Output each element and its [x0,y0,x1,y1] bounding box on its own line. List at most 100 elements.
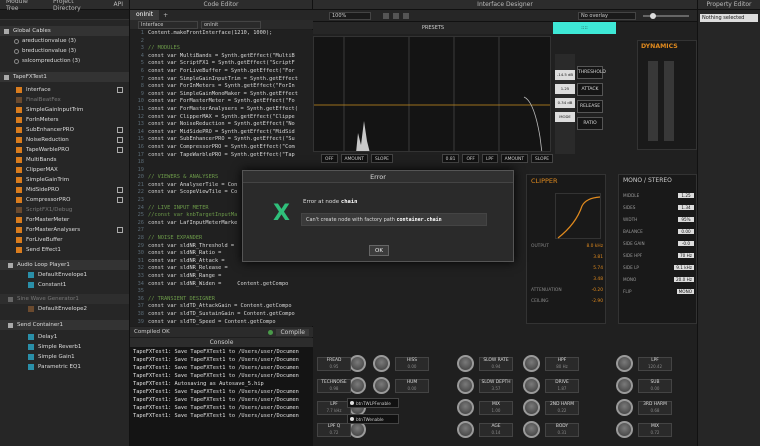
analyser-option[interactable]: SLOPE [531,154,553,163]
child-module-item[interactable]: DefaultEnvelope1 [28,270,129,280]
dynamics-param-button[interactable]: RATIO [577,117,603,130]
tool-icon[interactable] [403,13,409,19]
analyser-option[interactable]: SLOPE [370,154,393,163]
knob-control[interactable]: SLOW RATE 0.94 [457,354,527,374]
cable-item[interactable]: breductionvalue (3) [14,46,129,56]
dynamics-value[interactable]: 0.34 dB [555,98,575,108]
clipper-param-row[interactable]: CEILING -2.90 [527,296,607,307]
analyser-option[interactable]: OFF [462,154,479,163]
module-item[interactable]: TapeWarblePRO [16,145,129,155]
dynamics-param-button[interactable]: RELEASE [577,100,603,113]
tool-icon[interactable] [393,13,399,19]
module-item[interactable]: SubEnhancerPRO [16,125,129,135]
open-editor-icon[interactable] [117,87,123,93]
module-item[interactable]: ForLiveBuffer [16,235,129,245]
analyser-option[interactable]: 0.81 [441,154,460,163]
global-cables-header[interactable]: Global Cables [0,26,129,36]
knob-control[interactable]: SUB 0.00 [616,376,686,396]
open-editor-icon[interactable] [117,227,123,233]
spectrum-analyser[interactable] [313,36,551,152]
add-tab-icon[interactable]: + [159,12,172,19]
tree-search-bar[interactable] [0,10,129,20]
knob-dial[interactable] [373,377,390,394]
analyser-option[interactable]: LPF [481,154,498,163]
dynamics-value[interactable]: MODE [555,112,575,122]
presets-bar[interactable]: PRESETS [313,22,553,34]
monostereo-param-row[interactable]: FLIP MONO [619,285,698,297]
module-item[interactable]: ForMasterAnalysers [16,225,129,235]
sine-wave-row[interactable]: Sine Wave Generator1 [0,294,129,304]
namespace-dropdown[interactable]: Interface [138,20,198,29]
module-item[interactable]: NoiseReduction [16,135,129,145]
knob-dial[interactable] [457,399,474,416]
cable-item[interactable]: areductionvalue (3) [14,36,129,46]
cable-item[interactable]: sslcompreduction (3) [14,56,129,66]
knob-control[interactable]: 3RD HARM 0.68 [616,398,686,418]
knob-control[interactable]: MIX 1.00 [457,398,527,418]
send-container-row[interactable]: Send Container1 [0,320,129,330]
clipper-param-row[interactable]: 3.48 [527,274,607,285]
knob-dial[interactable] [523,377,540,394]
dynamics-param-button[interactable]: ATTACK [577,83,603,96]
knob-control[interactable]: HISS 0.00 [373,354,443,374]
knob-dial[interactable] [373,355,390,372]
child-module-item[interactable]: Delay1 [28,332,129,342]
child-module-item[interactable]: Constant1 [28,280,129,290]
clipper-curve[interactable] [555,193,601,239]
open-editor-icon[interactable] [117,187,123,193]
monostereo-param-row[interactable]: BALANCE 0.00 [619,225,698,237]
knob-dial[interactable] [349,355,366,372]
module-item[interactable]: Interface [16,85,129,95]
audio-loop-row[interactable]: Audio Loop Player1 [0,260,129,270]
dynamics-param-button[interactable]: THRESHOLD [577,66,606,79]
ok-button[interactable]: OK [369,245,389,256]
knob-control[interactable]: MIX 0.72 [616,420,686,440]
dynamics-value[interactable]: 1.25 [555,84,575,94]
overlay-dropdown[interactable]: No overlay [578,12,636,20]
dynamics-value[interactable]: -14.5 dB [555,70,575,80]
open-editor-icon[interactable] [117,137,123,143]
child-module-item[interactable]: Simple Gain1 [28,352,129,362]
knob-dial[interactable] [616,421,633,438]
open-editor-icon[interactable] [117,147,123,153]
clipper-param-row[interactable]: 5.74 [527,263,607,274]
knob-control[interactable]: DRIVE 1.87 [523,376,593,396]
analyser-option[interactable]: OFF [321,154,338,163]
main-container-row[interactable]: TapeFXTest1 [0,72,129,82]
child-module-item[interactable]: DefaultEnvelope2 [28,304,129,314]
knob-control[interactable]: AGE 0.14 [457,420,527,440]
knob-dial[interactable] [616,355,633,372]
module-item[interactable]: ClipperMAX [16,165,129,175]
tab-module-tree[interactable]: Module Tree [0,0,47,12]
knob-control[interactable]: BODY 0.31 [523,420,593,440]
module-item[interactable]: ForMasterMeter [16,215,129,225]
monostereo-param-row[interactable]: MONO 20.0 Hz [619,273,698,285]
compile-button[interactable]: Compile [276,328,309,336]
preset-button[interactable]: :::: [553,22,616,34]
open-editor-icon[interactable] [117,197,123,203]
knob-control[interactable]: 2ND HARM 0.22 [523,398,593,418]
module-item[interactable]: ScriptFX1/Debug [16,205,129,215]
monostereo-param-row[interactable]: SIDES 1.34 [619,201,698,213]
file-tab-oninit[interactable]: onInit [130,10,160,20]
module-item[interactable]: Send Effect1 [16,245,129,255]
module-item[interactable]: SimpleGainInputTrim [16,105,129,115]
callback-dropdown[interactable]: onInit [201,20,261,29]
clipper-param-row[interactable]: OUTPUT 8.0 kHz [527,241,607,252]
child-module-item[interactable]: Simple Reverb1 [28,342,129,352]
toggle-button[interactable]: btnTWenable [347,414,399,424]
module-item[interactable]: MidSidePRO [16,185,129,195]
monostereo-param-row[interactable]: MIDDLE 1.25 [619,189,698,201]
module-item[interactable]: CompressorPRO [16,195,129,205]
knob-control[interactable]: SLOW DEPTH 3.57 [457,376,527,396]
knob-dial[interactable] [616,399,633,416]
monostereo-param-row[interactable]: SIDE GAIN -0.0 [619,237,698,249]
knob-dial[interactable] [457,421,474,438]
module-item[interactable]: FinalBeatFex [16,95,129,105]
knob-dial[interactable] [457,377,474,394]
zoom-slider-handle[interactable] [650,13,656,19]
zoom-dropdown[interactable]: 100% [329,12,371,20]
console-output[interactable]: TapeFXTest1: Save TapeFXTest1 to /Users/… [130,347,313,446]
analyser-option[interactable]: AMOUNT [500,154,529,163]
analyser-option[interactable]: AMOUNT [340,154,368,163]
